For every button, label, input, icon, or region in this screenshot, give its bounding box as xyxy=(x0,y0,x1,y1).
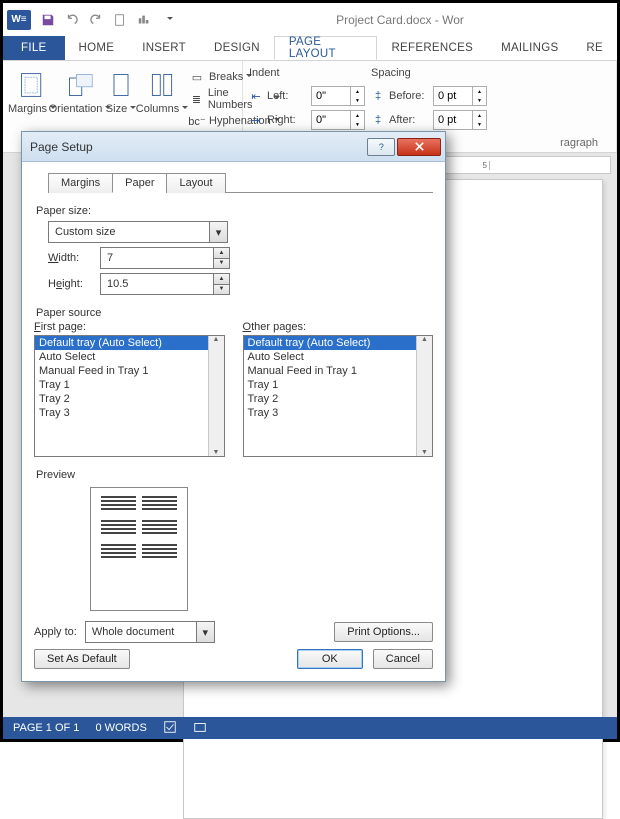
width-input[interactable]: 7▲▼ xyxy=(100,247,230,269)
tray-option[interactable]: Tray 2 xyxy=(244,392,417,406)
ok-button[interactable]: OK xyxy=(297,649,363,669)
scrollbar[interactable]: ▲▼ xyxy=(208,336,224,456)
set-as-default-button[interactable]: Set As Default xyxy=(34,649,130,669)
tray-option[interactable]: Tray 3 xyxy=(35,406,208,420)
tray-option[interactable]: Manual Feed in Tray 1 xyxy=(35,364,208,378)
dialog-help-button[interactable]: ? xyxy=(367,138,395,156)
first-page-listbox[interactable]: Default tray (Auto Select)Auto SelectMan… xyxy=(34,335,225,457)
preview-label: Preview xyxy=(36,469,433,481)
chevron-down-icon: ▾ xyxy=(209,222,227,242)
apply-to-combo[interactable]: Whole document ▾ xyxy=(85,621,215,643)
first-page-items: Default tray (Auto Select)Auto SelectMan… xyxy=(35,336,208,456)
print-options-button[interactable]: Print Options... xyxy=(334,622,433,642)
chevron-down-icon: ▾ xyxy=(196,622,214,642)
preview-thumbnail xyxy=(90,487,188,611)
tray-option[interactable]: Tray 1 xyxy=(244,378,417,392)
tray-option[interactable]: Tray 3 xyxy=(244,406,417,420)
apply-to-label: Apply to: xyxy=(34,626,77,638)
tray-option[interactable]: Auto Select xyxy=(35,350,208,364)
dialog-tabs: Margins Paper Layout xyxy=(48,172,433,193)
svg-text:?: ? xyxy=(378,142,383,152)
tray-option[interactable]: Tray 1 xyxy=(35,378,208,392)
dialog-backdrop: Page Setup ? Margins Paper Layout Paper … xyxy=(3,3,617,739)
first-page-label: First page: xyxy=(34,321,225,333)
dialog-titlebar[interactable]: Page Setup ? xyxy=(22,132,445,162)
dialog-title: Page Setup xyxy=(30,140,93,154)
tray-option[interactable]: Default tray (Auto Select) xyxy=(244,336,417,350)
cancel-button[interactable]: Cancel xyxy=(373,649,433,669)
page-setup-dialog: Page Setup ? Margins Paper Layout Paper … xyxy=(21,131,446,682)
paper-size-combo[interactable]: Custom size ▾ xyxy=(48,221,228,243)
height-input[interactable]: 10.5▲▼ xyxy=(100,273,230,295)
scrollbar[interactable]: ▲▼ xyxy=(416,336,432,456)
tray-option[interactable]: Tray 2 xyxy=(35,392,208,406)
other-pages-items: Default tray (Auto Select)Auto SelectMan… xyxy=(244,336,417,456)
height-label: Height: xyxy=(48,278,92,290)
dlg-tab-layout[interactable]: Layout xyxy=(166,173,225,193)
dlg-tab-paper[interactable]: Paper xyxy=(112,173,167,193)
paper-size-label: Paper size: xyxy=(36,205,433,217)
dialog-close-button[interactable] xyxy=(397,138,441,156)
width-label: Width: xyxy=(48,252,92,264)
tray-option[interactable]: Manual Feed in Tray 1 xyxy=(244,364,417,378)
tray-option[interactable]: Auto Select xyxy=(244,350,417,364)
other-pages-label: Other pages: xyxy=(243,321,434,333)
tray-option[interactable]: Default tray (Auto Select) xyxy=(35,336,208,350)
other-pages-listbox[interactable]: Default tray (Auto Select)Auto SelectMan… xyxy=(243,335,434,457)
paper-source-label: Paper source xyxy=(36,307,433,319)
dlg-tab-margins[interactable]: Margins xyxy=(48,173,113,193)
